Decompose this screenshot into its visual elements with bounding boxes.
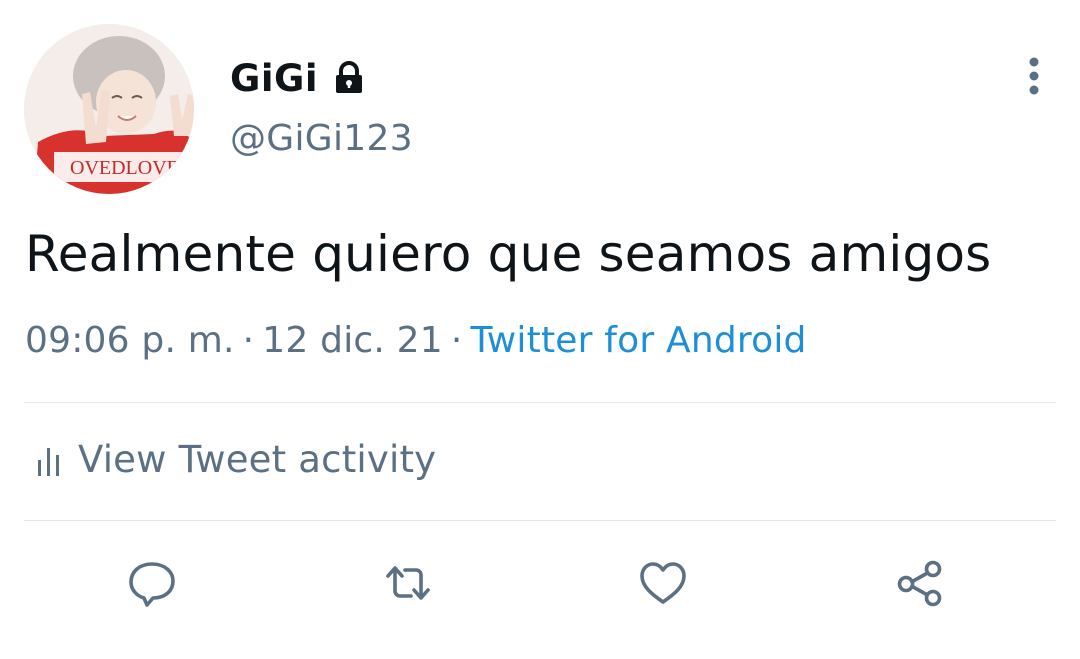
tweet-date[interactable]: 12 dic. 21 xyxy=(262,320,443,361)
like-button[interactable] xyxy=(633,553,693,613)
display-name[interactable]: GiGi xyxy=(230,57,318,100)
share-icon xyxy=(897,560,942,607)
tweet-text: Realmente quiero que seamos amigos xyxy=(25,225,992,283)
heart-icon xyxy=(640,562,686,604)
avatar[interactable]: OVEDLOVE xyxy=(24,24,194,194)
meta-separator: · xyxy=(242,320,255,361)
reply-button[interactable] xyxy=(122,553,182,613)
meta-separator: · xyxy=(450,320,463,361)
view-tweet-activity-label: View Tweet activity xyxy=(78,438,437,481)
retweet-icon xyxy=(386,566,430,600)
tweet-meta: 09:06 p. m. · 12 dic. 21 · Twitter for Andro… xyxy=(25,320,807,361)
more-vertical-icon xyxy=(1029,57,1039,95)
view-tweet-activity-button[interactable]: View Tweet activity xyxy=(36,438,436,481)
avatar-photo: OVEDLOVE xyxy=(24,24,194,194)
share-button[interactable] xyxy=(890,553,950,613)
author-row[interactable]: GiGi xyxy=(230,52,366,104)
avatar-shirt-text: OVEDLOVE xyxy=(70,157,179,179)
bar-chart-icon xyxy=(38,447,59,476)
retweet-button[interactable] xyxy=(378,553,438,613)
tweet-time[interactable]: 09:06 p. m. xyxy=(25,320,235,361)
tweet-source-link[interactable]: Twitter for Android xyxy=(471,320,807,361)
divider xyxy=(24,402,1056,403)
lock-icon xyxy=(332,61,366,95)
divider xyxy=(24,520,1056,521)
user-handle[interactable]: @GiGi123 xyxy=(230,118,413,159)
more-options-button[interactable] xyxy=(1014,54,1054,98)
reply-icon xyxy=(129,562,175,607)
